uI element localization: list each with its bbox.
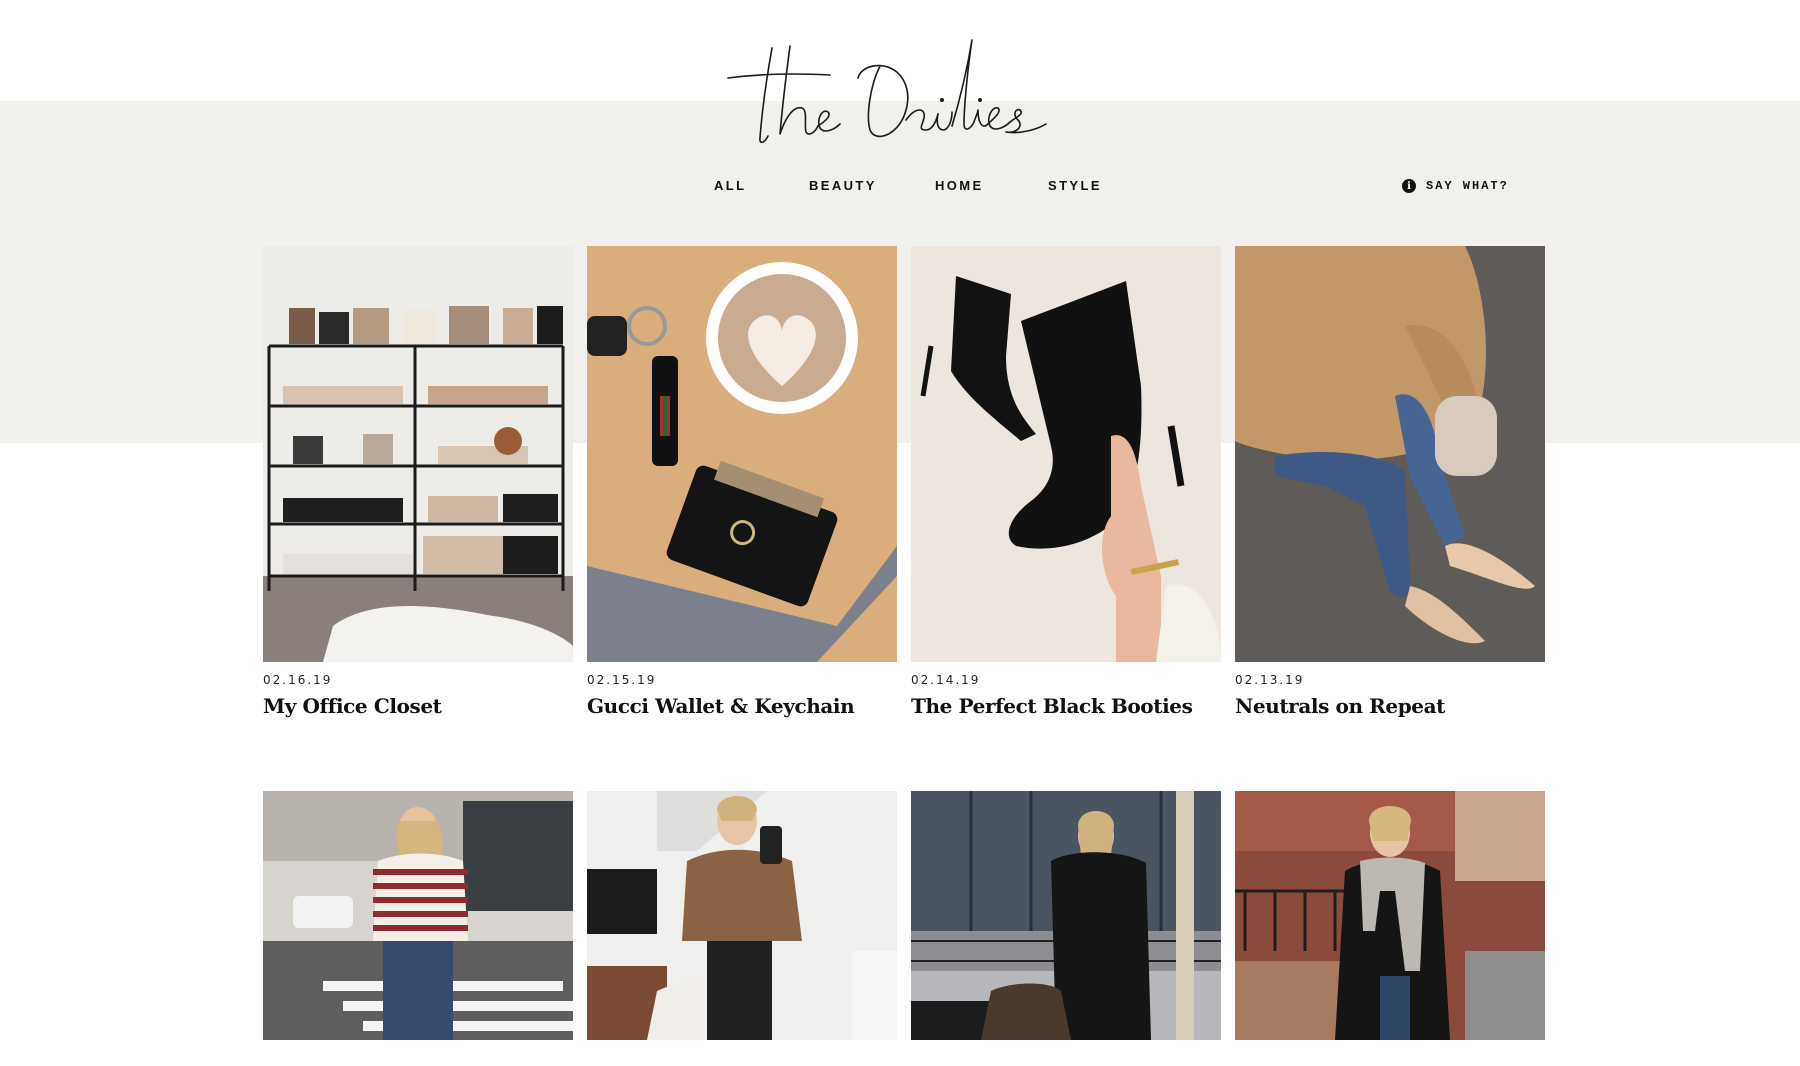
post-title[interactable]: My Office Closet: [263, 694, 573, 718]
post-image-grey-scarf[interactable]: [1235, 791, 1545, 1040]
post-image-striped-sweater[interactable]: [263, 791, 573, 1040]
post-image-brown-sweater[interactable]: [587, 791, 897, 1040]
post-title[interactable]: Neutrals on Repeat: [1235, 694, 1545, 718]
post-image-black-booties[interactable]: [911, 246, 1221, 662]
post-card[interactable]: [263, 791, 573, 1040]
post-image-office-closet[interactable]: [263, 246, 573, 662]
info-icon: i: [1402, 179, 1416, 193]
post-title[interactable]: Gucci Wallet & Keychain: [587, 694, 897, 718]
post-date: 02.14.19: [911, 673, 981, 687]
nav-item-all[interactable]: ALL: [714, 178, 746, 193]
post-card[interactable]: 02.13.19 Neutrals on Repeat: [1235, 246, 1545, 718]
post-image-neutrals[interactable]: [1235, 246, 1545, 662]
nav-item-beauty[interactable]: BEAUTY: [809, 178, 877, 193]
post-date: 02.16.19: [263, 673, 333, 687]
say-what-link[interactable]: i SAY WHAT?: [1402, 176, 1509, 196]
say-what-label: SAY WHAT?: [1426, 179, 1509, 193]
nav-item-style[interactable]: STYLE: [1048, 178, 1102, 193]
main-nav: ALL BEAUTY HOME STYLE: [0, 178, 1800, 198]
post-card[interactable]: 02.16.19 My Office Closet: [263, 246, 573, 718]
post-date: 02.15.19: [587, 673, 657, 687]
post-title[interactable]: The Perfect Black Booties: [911, 694, 1221, 718]
post-card[interactable]: [911, 791, 1221, 1040]
post-card[interactable]: [1235, 791, 1545, 1040]
post-date: 02.13.19: [1235, 673, 1305, 687]
nav-item-home[interactable]: HOME: [935, 178, 984, 193]
site-logo[interactable]: [720, 26, 1050, 150]
post-card[interactable]: [587, 791, 897, 1040]
post-card[interactable]: 02.15.19 Gucci Wallet & Keychain: [587, 246, 897, 718]
post-card[interactable]: 02.14.19 The Perfect Black Booties: [911, 246, 1221, 718]
post-image-black-puffer[interactable]: [911, 791, 1221, 1040]
post-image-gucci-wallet[interactable]: [587, 246, 897, 662]
